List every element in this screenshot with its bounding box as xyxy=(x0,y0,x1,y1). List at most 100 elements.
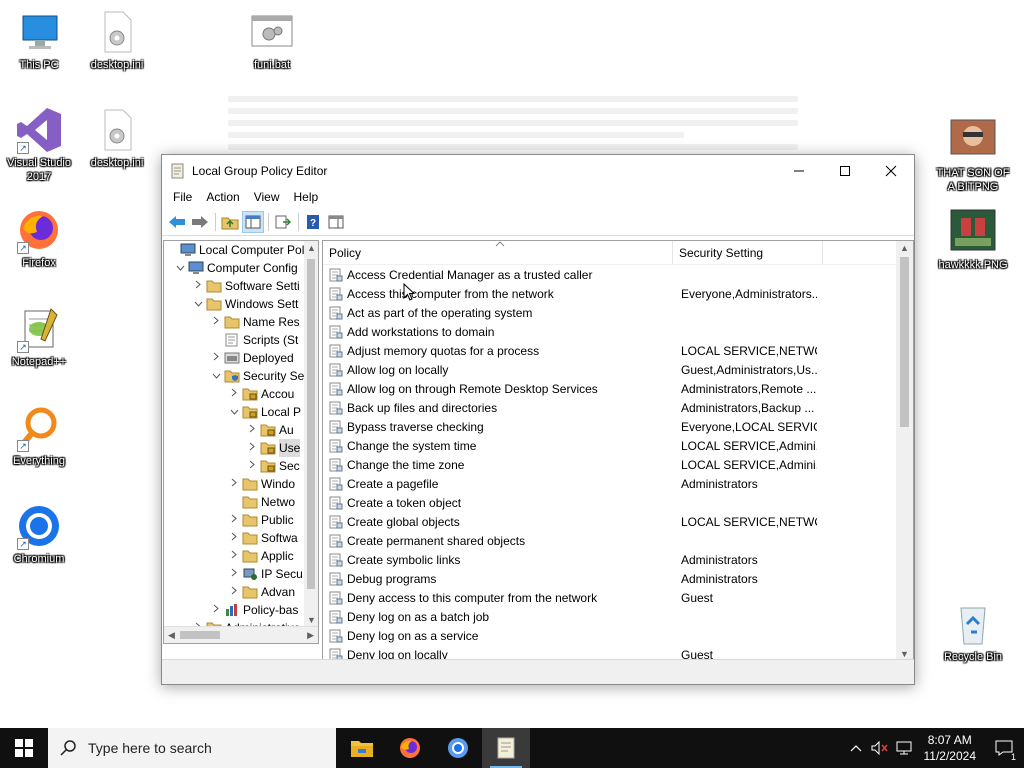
desktop-icon-firefox[interactable]: ↗ Firefox xyxy=(1,206,77,270)
chevron-right-icon[interactable] xyxy=(246,421,258,439)
desktop-icon-desktop-ini-2[interactable]: desktop.ini xyxy=(79,106,155,170)
system-clock[interactable]: 8:07 AM 11/2/2024 xyxy=(916,732,985,764)
table-row[interactable]: Access Credential Manager as a trusted c… xyxy=(323,265,913,284)
tree-node[interactable]: Softwa xyxy=(164,529,318,547)
title-bar[interactable]: Local Group Policy Editor xyxy=(162,155,914,186)
tree-node[interactable]: Au xyxy=(164,421,318,439)
tree-vertical-scrollbar[interactable]: ▲ ▼ xyxy=(304,241,318,627)
taskbar-file-explorer[interactable] xyxy=(338,728,386,768)
desktop-icon-everything[interactable]: ↗ Everything xyxy=(1,404,77,468)
tree-node[interactable]: Computer Config xyxy=(164,259,318,277)
desktop-icon-visual-studio[interactable]: ↗ Visual Studio 2017 xyxy=(1,106,77,184)
tree-node[interactable]: Security Se xyxy=(164,367,318,385)
start-button[interactable] xyxy=(0,728,48,768)
table-row[interactable]: Change the time zone LOCAL SERVICE,Admini… xyxy=(323,455,913,474)
maximize-button[interactable] xyxy=(822,155,868,186)
column-header-security-setting[interactable]: Security Setting xyxy=(673,241,823,264)
table-row[interactable]: Create symbolic links Administrators xyxy=(323,550,913,569)
export-list-button[interactable] xyxy=(272,211,294,233)
taskbar-search-box[interactable]: Type here to search xyxy=(48,728,336,768)
menu-action[interactable]: Action xyxy=(199,190,246,204)
tree-node[interactable]: Public xyxy=(164,511,318,529)
taskbar-firefox[interactable] xyxy=(386,728,434,768)
table-row[interactable]: Debug programs Administrators xyxy=(323,569,913,588)
menu-file[interactable]: File xyxy=(166,190,199,204)
chevron-right-icon[interactable] xyxy=(228,547,240,565)
tree-node[interactable]: Deployed xyxy=(164,349,318,367)
show-hidden-icons-button[interactable] xyxy=(844,728,868,768)
close-button[interactable] xyxy=(868,155,914,186)
chevron-down-icon[interactable] xyxy=(174,259,186,277)
tree-node[interactable]: Local Computer Polic xyxy=(164,241,318,259)
desktop-icon-notepad-plus-plus[interactable]: ↗ Notepad++ xyxy=(1,305,77,369)
desktop-icon-recycle-bin[interactable]: Recycle Bin xyxy=(935,600,1011,664)
scroll-down-arrow-icon[interactable]: ▼ xyxy=(900,649,909,659)
back-button[interactable] xyxy=(166,211,188,233)
scroll-down-arrow-icon[interactable]: ▼ xyxy=(307,615,316,625)
action-center-button[interactable]: 1 xyxy=(984,728,1024,768)
chevron-right-icon[interactable] xyxy=(228,475,240,493)
tree-node[interactable]: Netwo xyxy=(164,493,318,511)
desktop-icon-desktop-ini[interactable]: desktop.ini xyxy=(79,8,155,72)
chevron-right-icon[interactable] xyxy=(228,565,240,583)
tree-node[interactable]: Windo xyxy=(164,475,318,493)
volume-button[interactable] xyxy=(868,728,892,768)
tree-node[interactable]: Windows Sett xyxy=(164,295,318,313)
show-action-pane-button[interactable] xyxy=(325,211,347,233)
chevron-right-icon[interactable] xyxy=(210,601,222,619)
table-row[interactable]: Deny access to this computer from the ne… xyxy=(323,588,913,607)
table-row[interactable]: Deny log on as a service xyxy=(323,626,913,645)
menu-view[interactable]: View xyxy=(247,190,287,204)
chevron-right-icon[interactable] xyxy=(228,529,240,547)
scroll-up-arrow-icon[interactable]: ▲ xyxy=(307,243,316,253)
desktop-icon-this-pc[interactable]: This PC xyxy=(1,8,77,72)
tree-scroll-thumb[interactable] xyxy=(307,259,315,589)
tree-node[interactable]: IP Secu xyxy=(164,565,318,583)
minimize-button[interactable] xyxy=(776,155,822,186)
scroll-left-arrow-icon[interactable]: ◀ xyxy=(168,630,175,641)
taskbar-chromium[interactable] xyxy=(434,728,482,768)
chevron-right-icon[interactable] xyxy=(228,511,240,529)
chevron-down-icon[interactable] xyxy=(192,295,204,313)
table-row[interactable]: Change the system time LOCAL SERVICE,Admi… xyxy=(323,436,913,455)
table-row[interactable]: Bypass traverse checking Everyone,LOCAL S… xyxy=(323,417,913,436)
tree-node[interactable]: Software Setti xyxy=(164,277,318,295)
table-row[interactable]: Create global objects LOCAL SERVICE,NETWO… xyxy=(323,512,913,531)
desktop-icon-hawkkkk-png[interactable]: hawkkkk.PNG xyxy=(935,208,1011,272)
table-row[interactable]: Create a pagefile Administrators xyxy=(323,474,913,493)
scroll-up-arrow-icon[interactable]: ▲ xyxy=(900,243,909,253)
tree-node[interactable]: Accou xyxy=(164,385,318,403)
tree-node[interactable]: Advan xyxy=(164,583,318,601)
chevron-right-icon[interactable] xyxy=(246,457,258,475)
tree-node[interactable]: Applic xyxy=(164,547,318,565)
table-row[interactable]: Act as part of the operating system xyxy=(323,303,913,322)
chevron-right-icon[interactable] xyxy=(228,385,240,403)
chevron-right-icon[interactable] xyxy=(210,349,222,367)
desktop-icon-funi-bat[interactable]: funi.bat xyxy=(234,8,310,72)
chevron-down-icon[interactable] xyxy=(210,367,222,385)
table-row[interactable]: Allow log on through Remote Desktop Serv… xyxy=(323,379,913,398)
taskbar-group-policy-editor[interactable] xyxy=(482,728,530,768)
network-button[interactable] xyxy=(892,728,916,768)
chevron-right-icon[interactable] xyxy=(246,439,258,457)
tree-horizontal-scrollbar[interactable]: ◀ ▶ xyxy=(164,626,318,643)
help-button[interactable]: ? xyxy=(302,211,324,233)
tree-node[interactable]: Local P xyxy=(164,403,318,421)
forward-button[interactable] xyxy=(189,211,211,233)
desktop-icon-chromium[interactable]: ↗ Chromium xyxy=(1,502,77,566)
table-row[interactable]: Allow log on locally Guest,Administrators… xyxy=(323,360,913,379)
tree-node[interactable]: Policy-bas xyxy=(164,601,318,619)
chevron-right-icon[interactable] xyxy=(192,277,204,295)
up-one-level-button[interactable] xyxy=(219,211,241,233)
tree-node[interactable]: Use xyxy=(164,439,318,457)
desktop-icon-that-son-png[interactable]: THAT SON OF A BITPNG xyxy=(935,116,1011,194)
table-row[interactable]: Deny log on as a batch job xyxy=(323,607,913,626)
chevron-right-icon[interactable] xyxy=(228,583,240,601)
tree-node[interactable]: Name Res xyxy=(164,313,318,331)
show-hide-console-tree-button[interactable] xyxy=(242,210,264,233)
tree-hscroll-thumb[interactable] xyxy=(180,631,220,639)
table-row[interactable]: Create a token object xyxy=(323,493,913,512)
tree-node[interactable]: Scripts (St xyxy=(164,331,318,349)
tree-node[interactable]: Sec xyxy=(164,457,318,475)
table-row[interactable]: Create permanent shared objects xyxy=(323,531,913,550)
